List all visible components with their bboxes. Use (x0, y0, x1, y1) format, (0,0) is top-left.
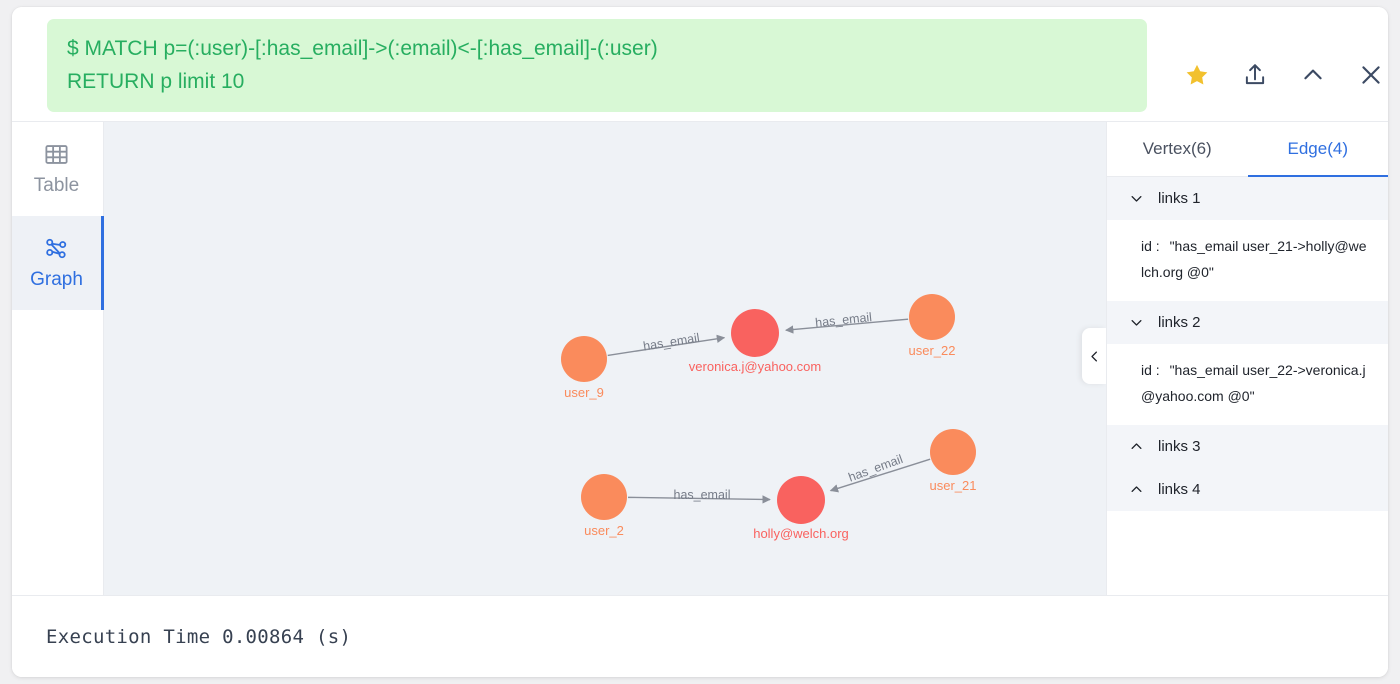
edge-group-list[interactable]: links 1 id : "has_email user_21->holly@we… (1107, 177, 1388, 595)
status-footer: Execution Time 0.00864 (s) (12, 595, 1388, 677)
node-layer[interactable] (561, 294, 976, 524)
edge-property-key: id : (1141, 362, 1160, 378)
view-switcher: Table Graph (12, 122, 104, 595)
edge-group-header[interactable]: links 3 (1107, 425, 1388, 468)
edge-property-value: "has_email user_21->holly@welch.org @0" (1141, 238, 1367, 280)
graph-node[interactable] (777, 476, 825, 524)
export-button[interactable] (1241, 61, 1269, 89)
result-body: Table Graph has_email has_email has_emai… (12, 121, 1388, 595)
view-item-graph-label: Graph (30, 269, 83, 290)
close-icon (1362, 66, 1380, 84)
close-button[interactable] (1357, 61, 1385, 89)
detail-panel-tabs: Vertex(6) Edge(4) (1107, 122, 1388, 177)
graph-edge-label: has_email (815, 310, 873, 330)
graph-edge-label: has_email (674, 488, 731, 502)
chevron-up-icon (1304, 69, 1322, 80)
edge-group-header[interactable]: links 1 (1107, 177, 1388, 220)
view-item-table-label: Table (33, 175, 80, 196)
edge-group-title: links 3 (1158, 438, 1201, 455)
graph-node[interactable] (909, 294, 955, 340)
graph-canvas[interactable]: has_email has_email has_email has_email use… (104, 122, 1106, 595)
query-bar: $ MATCH p=(:user)-[:has_email]->(:email)… (12, 7, 1388, 121)
tab-vertex-label: Vertex(6) (1142, 138, 1212, 158)
collapse-button[interactable] (1299, 61, 1327, 89)
tab-vertex[interactable]: Vertex(6) (1107, 122, 1248, 177)
chevron-left-icon (1090, 351, 1097, 361)
detail-panel: Vertex(6) Edge(4) links 1 id : "has_email… (1106, 122, 1388, 595)
edge-group-body: id : "has_email user_21->holly@welch.org… (1107, 220, 1388, 301)
edge-group-header[interactable]: links 2 (1107, 301, 1388, 344)
query-actions (1183, 61, 1385, 89)
graph-visualization[interactable]: has_email has_email has_email has_email (104, 122, 1105, 584)
panel-collapse-handle[interactable] (1082, 328, 1106, 384)
chevron-down-icon (1131, 320, 1142, 326)
edge-group-title: links 2 (1158, 314, 1201, 331)
upload-icon (1245, 64, 1265, 85)
favorite-button[interactable] (1183, 61, 1211, 89)
query-input[interactable]: $ MATCH p=(:user)-[:has_email]->(:email)… (47, 19, 1147, 112)
graph-node[interactable] (731, 309, 779, 357)
execution-time: Execution Time 0.00864 (s) (46, 625, 352, 648)
graph-node[interactable] (930, 429, 976, 475)
view-item-table[interactable]: Table (12, 122, 104, 216)
tab-edge-label: Edge(4) (1287, 138, 1348, 158)
chevron-up-icon (1131, 443, 1142, 449)
graph-node[interactable] (581, 474, 627, 520)
tab-edge[interactable]: Edge(4) (1247, 122, 1388, 177)
view-item-graph[interactable]: Graph (12, 216, 104, 310)
chevron-up-icon (1131, 486, 1142, 492)
graph-icon (46, 238, 67, 259)
table-icon (45, 145, 68, 164)
edge-group-header[interactable]: links 4 (1107, 468, 1388, 511)
edge-property-key: id : (1141, 238, 1160, 254)
edge-property-row: id : "has_email user_22->veronica.j@yaho… (1141, 357, 1368, 409)
query-result-card: $ MATCH p=(:user)-[:has_email]->(:email)… (12, 7, 1388, 677)
chevron-down-icon (1131, 196, 1142, 202)
edge-group-body: id : "has_email user_22->veronica.j@yaho… (1107, 344, 1388, 425)
edge-group-title: links 1 (1158, 190, 1201, 207)
graph-node[interactable] (561, 336, 607, 382)
star-icon (1186, 64, 1208, 85)
graph-edge-label: has_email (642, 331, 700, 354)
graph-edge-label: has_email (846, 452, 904, 485)
edge-group-title: links 4 (1158, 481, 1201, 498)
edge-property-value: "has_email user_22->veronica.j@yahoo.com… (1141, 362, 1366, 404)
edge-property-row: id : "has_email user_21->holly@welch.org… (1141, 233, 1368, 285)
